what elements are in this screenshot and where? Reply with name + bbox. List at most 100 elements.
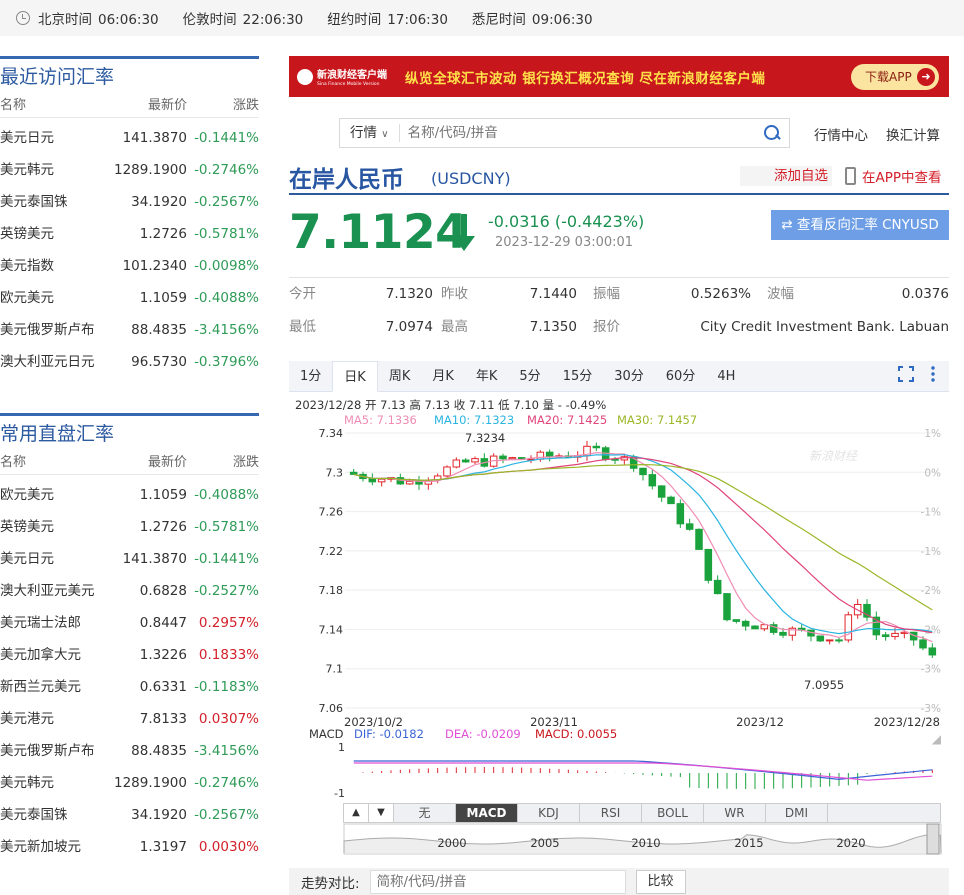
period-tab[interactable]: 周K [378, 361, 422, 392]
banner-slogan: 纵览全球汇市波动 银行换汇概况查询 尽在新浪财经客户端 [405, 70, 766, 87]
rate-name[interactable]: 欧元美元 [0, 479, 110, 511]
rate-row[interactable]: 美元新加坡元 1.3197 0.0030% [0, 831, 259, 863]
rate-row[interactable]: 欧元美元 1.1059 -0.4088% [0, 479, 259, 511]
app-banner[interactable]: 新浪财经客户端 Sina Finance Mobile Version 纵览全球… [289, 56, 949, 97]
rate-row[interactable]: 美元韩元 1289.1900 -0.2746% [0, 154, 259, 186]
rate-row[interactable]: 澳大利亚元美元 0.6828 -0.2527% [0, 575, 259, 607]
period-tab[interactable]: 1分 [289, 361, 332, 392]
view-in-app-link[interactable]: 在APP中查看 [845, 166, 942, 186]
rate-name[interactable]: 欧元美元 [0, 282, 110, 314]
period-tab[interactable]: 月K [421, 361, 465, 392]
indicator-tab[interactable]: DMI [766, 804, 828, 822]
search-icon[interactable] [763, 124, 781, 142]
rate-name[interactable]: 美元新加坡元 [0, 831, 110, 863]
rate-change: -0.1183% [194, 679, 259, 695]
candle-body [648, 474, 657, 487]
compare-input[interactable] [369, 869, 626, 894]
dea-line [353, 762, 933, 781]
rate-row[interactable]: 澳大利亚元日元 96.5730 -0.3796% [0, 346, 259, 378]
scroll-down-icon[interactable]: ▼ [369, 804, 394, 822]
period-tab[interactable]: 日K [332, 361, 378, 392]
scroll-up-icon[interactable]: ▲ [344, 804, 369, 822]
banner-brand: 新浪财经客户端 [317, 70, 387, 81]
x-tick-label: 2023/12 [736, 715, 784, 729]
candle-body [723, 593, 731, 621]
rate-name[interactable]: 美元瑞士法郎 [0, 607, 110, 639]
rate-name[interactable]: 美元日元 [0, 543, 110, 575]
rate-name[interactable]: 美元韩元 [0, 767, 110, 799]
search-type-select[interactable]: 行情 ∨ [340, 124, 400, 142]
rate-row[interactable]: 美元加拿大元 1.3226 0.1833% [0, 639, 259, 671]
period-tab[interactable]: 4H [706, 361, 746, 392]
rate-name[interactable]: 澳大利亚元美元 [0, 575, 110, 607]
fx-calculator-link[interactable]: 换汇计算 [886, 124, 940, 144]
candle-body [844, 614, 853, 641]
rate-row[interactable]: 美元港元 7.8133 0.0307% [0, 703, 259, 735]
rate-row[interactable]: 美元泰国铢 34.1920 -0.2567% [0, 186, 259, 218]
rate-change: 0.1833% [198, 647, 259, 663]
rate-name[interactable]: 美元韩元 [0, 154, 110, 186]
swap-icon: ⇄ [781, 217, 793, 233]
search-input[interactable] [399, 125, 763, 141]
rate-change: -0.1441% [194, 551, 259, 567]
rate-row[interactable]: 美元日元 141.3870 -0.1441% [0, 122, 259, 154]
indicator-tab[interactable]: 无 [394, 804, 456, 822]
rate-row[interactable]: 欧元美元 1.1059 -0.4088% [0, 282, 259, 314]
rate-price: 101.2340 [122, 258, 187, 274]
rate-row[interactable]: 美元泰国铢 34.1920 -0.2567% [0, 799, 259, 831]
rate-name[interactable]: 英镑美元 [0, 218, 110, 250]
rate-row[interactable]: 美元瑞士法郎 0.8447 0.2957% [0, 607, 259, 639]
indicator-tab[interactable]: WR [704, 804, 766, 822]
rate-name[interactable]: 美元港元 [0, 703, 110, 735]
period-tab[interactable]: 15分 [552, 361, 604, 392]
rate-name[interactable]: 美元日元 [0, 122, 110, 154]
period-tab[interactable]: 年K [465, 361, 509, 392]
rate-row[interactable]: 美元韩元 1289.1900 -0.2746% [0, 767, 259, 799]
period-tab[interactable]: 60分 [655, 361, 707, 392]
fullscreen-icon[interactable] [898, 366, 914, 382]
rate-name[interactable]: 美元俄罗斯卢布 [0, 735, 110, 767]
clock-time: 06:06:30 [98, 12, 159, 28]
market-center-link[interactable]: 行情中心 [814, 124, 868, 144]
rate-row[interactable]: 美元俄罗斯卢布 88.4835 -3.4156% [0, 735, 259, 767]
rate-row[interactable]: 美元日元 141.3870 -0.1441% [0, 543, 259, 575]
y-tick-label: 7.1 [326, 663, 344, 676]
reverse-rate-button[interactable]: ⇄ 查看反向汇率 CNYUSD [771, 210, 949, 240]
price-change: -0.0316 (-0.4423%) [488, 212, 645, 231]
rate-name[interactable]: 新西兰元美元 [0, 671, 110, 703]
rate-price: 1289.1900 [113, 775, 187, 791]
macd-expand-icon[interactable]: ◢ [932, 732, 942, 746]
current-price: 7.1124 [289, 205, 468, 260]
rate-change: -0.3796% [194, 354, 259, 370]
more-options-icon[interactable] [931, 366, 935, 382]
rate-change: 0.0307% [198, 711, 259, 727]
rate-row[interactable]: 美元俄罗斯卢布 88.4835 -3.4156% [0, 314, 259, 346]
rate-name[interactable]: 美元俄罗斯卢布 [0, 314, 110, 346]
rate-name[interactable]: 英镑美元 [0, 511, 110, 543]
rate-row[interactable]: 英镑美元 1.2726 -0.5781% [0, 218, 259, 250]
rate-name[interactable]: 美元加拿大元 [0, 639, 110, 671]
add-watchlist-button[interactable]: 添加自选 [740, 166, 832, 186]
indicator-tab[interactable]: KDJ [518, 804, 580, 822]
rate-name[interactable]: 澳大利亚元日元 [0, 346, 110, 378]
range-handle[interactable] [926, 823, 940, 855]
indicator-tab[interactable]: BOLL [642, 804, 704, 822]
period-tab[interactable]: 30分 [603, 361, 655, 392]
kline-chart[interactable]: 7.34 1%7.3 0%7.26 -1%7.22 -1%7.18 -2%7.14 -2%7… [289, 425, 949, 865]
rate-row[interactable]: 英镑美元 1.2726 -0.5781% [0, 511, 259, 543]
rate-row[interactable]: 美元指数 101.2340 -0.0098% [0, 250, 259, 282]
rate-name[interactable]: 美元泰国铢 [0, 799, 110, 831]
rate-name[interactable]: 美元指数 [0, 250, 110, 282]
search-bar: 行情 ∨ [339, 118, 790, 148]
rate-name[interactable]: 美元泰国铢 [0, 186, 110, 218]
rate-row[interactable]: 新西兰元美元 0.6331 -0.1183% [0, 671, 259, 703]
indicator-tab[interactable]: RSI [580, 804, 642, 822]
compare-button[interactable]: 比较 [635, 869, 686, 894]
download-app-button[interactable]: 下载APP ➜ [851, 64, 939, 90]
indicator-tabs: ▲ ▼ 无 MACD KDJ RSI BOLL WR DMI [343, 803, 941, 823]
common-rates-header: 名称 最新价 涨跌 [0, 451, 259, 475]
rate-price: 0.8447 [139, 615, 187, 631]
clock-city: 伦敦时间 [182, 12, 237, 28]
indicator-tab[interactable]: MACD [456, 804, 518, 822]
period-tab[interactable]: 5分 [508, 361, 551, 392]
